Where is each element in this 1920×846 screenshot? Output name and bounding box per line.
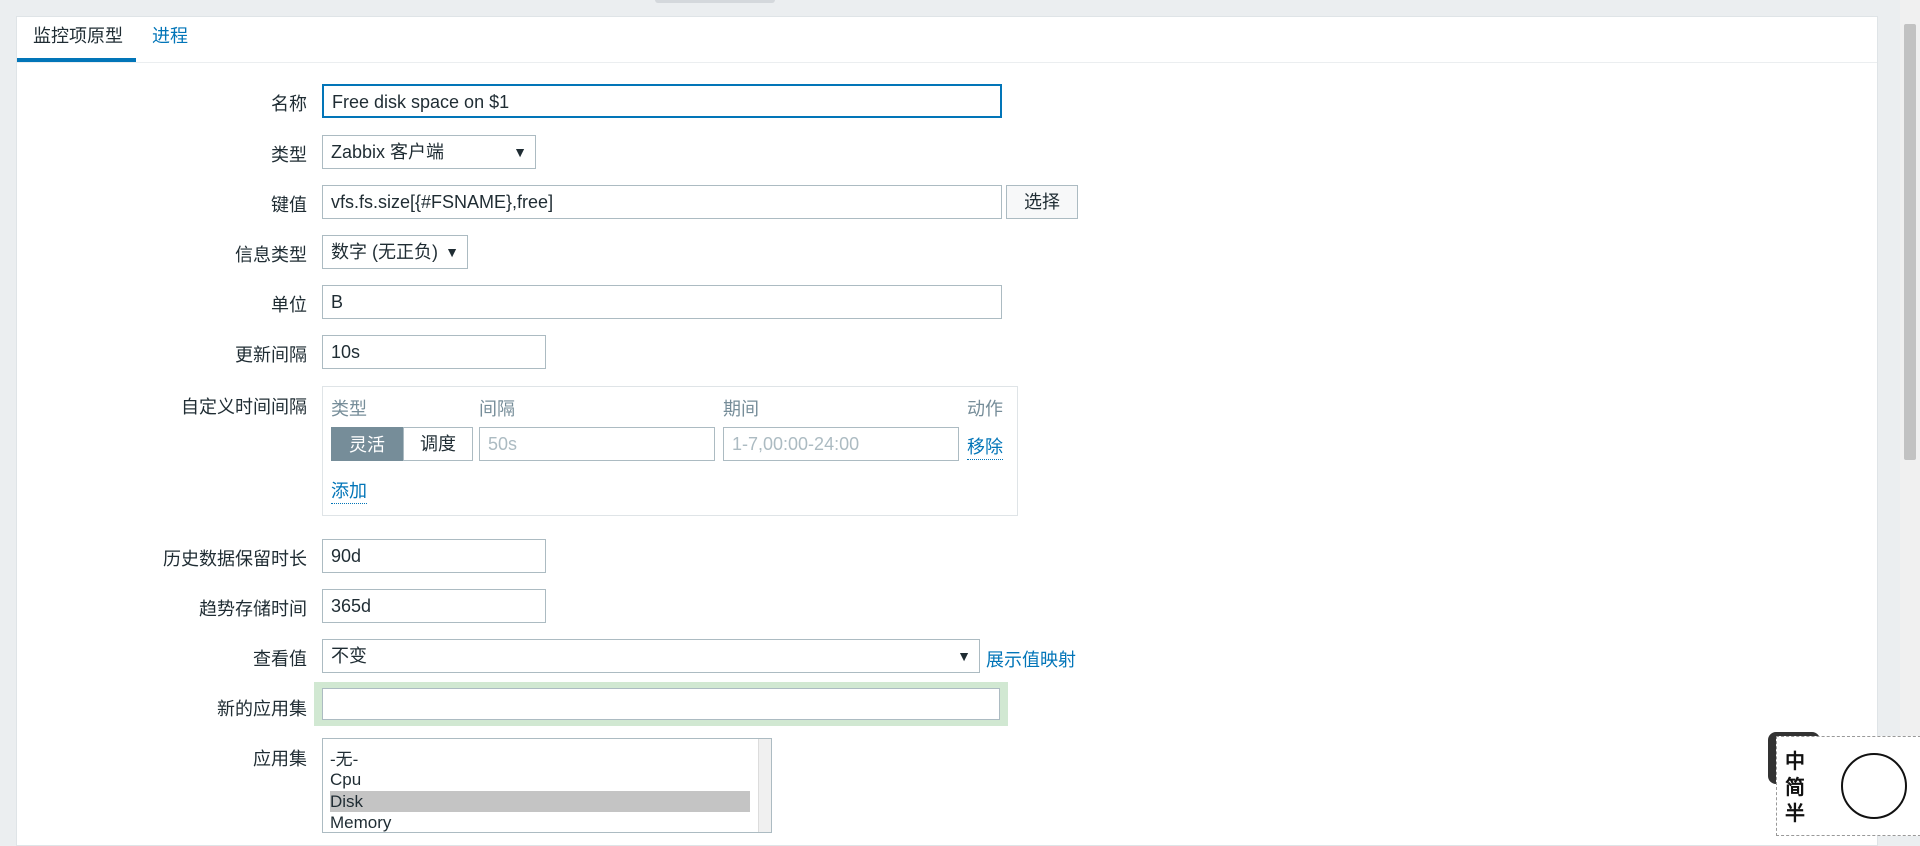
new-application-label: 新的应用集 — [217, 699, 307, 719]
top-handle — [655, 0, 775, 3]
listbox-scrollbar[interactable] — [758, 739, 771, 832]
tab-item-prototype[interactable]: 监控项原型 — [17, 17, 136, 62]
scheduling-toggle[interactable]: 调度 — [403, 427, 473, 461]
page-scrollbar[interactable] — [1900, 0, 1920, 829]
interval-input[interactable]: 50s — [479, 427, 715, 461]
ime-mode-char: 简 — [1785, 777, 1805, 799]
name-label: 名称 — [271, 94, 307, 114]
period-input[interactable]: 1-7,00:00-24:00 — [723, 427, 959, 461]
list-item[interactable]: Cpu — [330, 769, 750, 790]
new-application-input[interactable] — [322, 688, 1000, 720]
key-select-button[interactable]: 选择 — [1006, 185, 1078, 219]
page-background — [0, 0, 1880, 16]
custom-intervals-label: 自定义时间间隔 — [181, 397, 307, 417]
remove-link[interactable]: 移除 — [967, 433, 1003, 460]
info-type-label: 信息类型 — [235, 245, 307, 265]
header-type: 类型 — [331, 399, 367, 419]
tab-bar: 监控项原型 进程 — [17, 17, 1877, 63]
type-select-value: Zabbix 客户端 — [331, 142, 445, 162]
header-period: 期间 — [723, 399, 759, 419]
update-interval-label: 更新间隔 — [235, 345, 307, 365]
update-interval-input[interactable]: 10s — [322, 335, 546, 369]
units-label: 单位 — [271, 295, 307, 315]
applications-listbox[interactable]: -无- Cpu Disk Memory — [322, 738, 772, 833]
units-input[interactable]: B — [322, 285, 1002, 319]
ime-mode-char: 半 — [1785, 803, 1805, 825]
key-input[interactable]: vfs.fs.size[{#FSNAME},free] — [322, 185, 1002, 219]
info-type-select-value: 数字 (无正负) — [331, 242, 438, 262]
chevron-down-icon: ▼ — [445, 244, 459, 260]
tab-preprocessing[interactable]: 进程 — [152, 17, 188, 62]
new-application-field — [314, 682, 1008, 726]
mascot-icon — [1841, 753, 1907, 819]
type-select[interactable]: Zabbix 客户端 ▼ — [322, 135, 536, 169]
ime-status-card[interactable]: 中 简 半 — [1776, 736, 1920, 836]
trends-input[interactable]: 365d — [322, 589, 546, 623]
list-item-selected[interactable]: Disk — [330, 791, 750, 812]
header-interval: 间隔 — [479, 399, 515, 419]
list-item[interactable]: Memory — [330, 812, 750, 832]
info-type-select[interactable]: 数字 (无正负) ▼ — [322, 235, 468, 269]
custom-intervals-table: 类型 间隔 期间 动作 灵活 调度 50s 1-7,00:00-24:00 移除… — [322, 386, 1018, 516]
add-link[interactable]: 添加 — [331, 477, 367, 504]
chevron-down-icon: ▼ — [513, 144, 527, 160]
history-input[interactable]: 90d — [322, 539, 546, 573]
name-input[interactable]: Free disk space on $1 — [322, 84, 1002, 118]
applications-label: 应用集 — [253, 749, 307, 769]
show-value-select-value: 不变 — [331, 646, 367, 666]
flexible-toggle[interactable]: 灵活 — [331, 427, 403, 461]
header-action: 动作 — [967, 399, 1003, 419]
key-label: 键值 — [271, 195, 307, 215]
history-label: 历史数据保留时长 — [163, 549, 307, 569]
chevron-down-icon: ▼ — [957, 648, 971, 664]
show-value-label: 查看值 — [253, 649, 307, 669]
scrollbar-thumb[interactable] — [1904, 24, 1916, 460]
trends-label: 趋势存储时间 — [199, 599, 307, 619]
type-label: 类型 — [271, 145, 307, 165]
list-item[interactable]: -无- — [330, 749, 750, 770]
value-mapping-link[interactable]: 展示值映射 — [986, 646, 1076, 672]
ime-mode-char: 中 — [1785, 751, 1805, 773]
show-value-select[interactable]: 不变 ▼ — [322, 639, 980, 673]
